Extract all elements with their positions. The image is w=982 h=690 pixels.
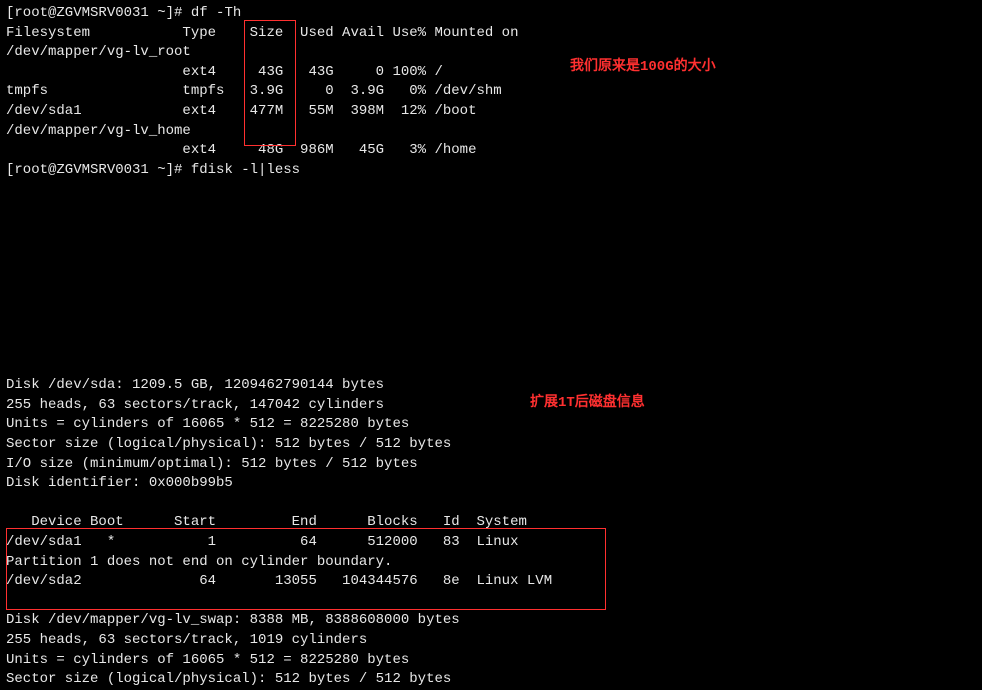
command-text: fdisk -l|less [191,162,300,178]
df-row: ext4 43G 43G 0 100% / [6,64,443,80]
df-row: /dev/mapper/vg-lv_root [6,44,191,60]
shell-prompt: [root@ZGVMSRV0031 ~]# [6,162,191,178]
fdisk-line: I/O size (minimum/optimal): 512 bytes / … [6,456,418,472]
fdisk-line: Sector size (logical/physical): 512 byte… [6,436,451,452]
shell-prompt: [root@ZGVMSRV0031 ~]# [6,5,191,21]
fdisk-line: 255 heads, 63 sectors/track, 147042 cyli… [6,397,384,413]
df-header: Filesystem Type Size Used Avail Use% Mou… [6,25,518,41]
terminal-output: [root@ZGVMSRV0031 ~]# df -Th Filesystem … [6,4,976,690]
command-text: df -Th [191,5,241,21]
df-row: /dev/sda1 ext4 477M 55M 398M 12% /boot [6,103,476,119]
df-row: tmpfs tmpfs 3.9G 0 3.9G 0% /dev/shm [6,83,502,99]
swap-line: Units = cylinders of 16065 * 512 = 82252… [6,652,409,668]
df-row: /dev/mapper/vg-lv_home [6,123,191,139]
partition-header: Device Boot Start End Blocks Id System [6,514,527,530]
partition-row: /dev/sda2 64 13055 104344576 8e Linux LV… [6,573,552,589]
swap-line: 255 heads, 63 sectors/track, 1019 cylind… [6,632,367,648]
swap-line: Disk /dev/mapper/vg-lv_swap: 8388 MB, 83… [6,612,460,628]
annotation-after-expand: 扩展1T后磁盘信息 [530,394,645,414]
annotation-original-size: 我们原来是100G的大小 [570,58,716,78]
fdisk-line: Disk identifier: 0x000b99b5 [6,475,233,491]
partition-note: Partition 1 does not end on cylinder bou… [6,554,392,570]
df-row: ext4 48G 986M 45G 3% /home [6,142,476,158]
partition-row: /dev/sda1 * 1 64 512000 83 Linux [6,534,518,550]
fdisk-line: Disk /dev/sda: 1209.5 GB, 1209462790144 … [6,377,384,393]
fdisk-line: Units = cylinders of 16065 * 512 = 82252… [6,416,409,432]
swap-line: Sector size (logical/physical): 512 byte… [6,671,451,687]
